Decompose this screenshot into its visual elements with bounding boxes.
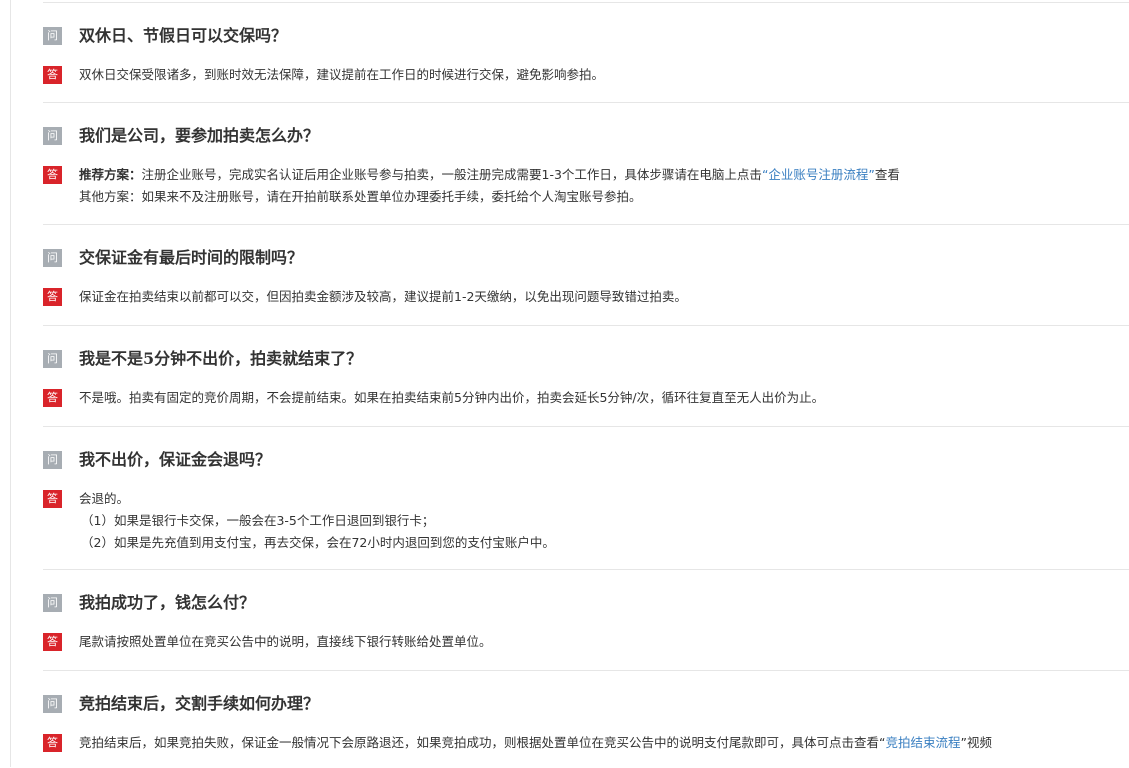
other-plan-text: 其他方案：如果来不及注册账号，请在开拍前联系处置单位办理委托手续，委托给个人淘宝… [79,189,642,204]
question-badge: 问 [43,594,62,612]
answer-text: 会退的。 （1）如果是银行卡交保，一般会在3-5个工作日退回到银行卡； （2）如… [79,488,555,554]
question-badge: 问 [43,695,62,713]
faq-item: 问 双休日、节假日可以交保吗？ 答 双休日交保受限诸多，到账时效无法保障，建议提… [43,2,1129,103]
answer-line: （2）如果是先充值到用支付宝，再去交保，会在72小时内退回到您的支付宝账户中。 [81,535,555,550]
question-badge: 问 [43,249,62,267]
question-badge: 问 [43,350,62,368]
answer-line: （1）如果是银行卡交保，一般会在3-5个工作日退回到银行卡； [81,513,435,528]
answer-text: 不是哦。拍卖有固定的竞价周期，不会提前结束。如果在拍卖结束前5分钟内出价，拍卖会… [79,390,825,405]
question-text: 竞拍结束后，交割手续如何办理？ [79,694,320,713]
question-text: 我拍成功了，钱怎么付？ [79,593,256,612]
question-badge: 问 [43,451,62,469]
question-text: 交保证金有最后时间的限制吗？ [79,248,304,267]
answer-line: 会退的。 [79,491,130,506]
answer-badge: 答 [43,288,62,306]
question-text: 我们是公司，要参加拍卖怎么办？ [79,126,320,145]
faq-item: 问 交保证金有最后时间的限制吗？ 答 保证金在拍卖结束以前都可以交，但因拍卖金额… [43,224,1129,326]
answer-tail: ”视频 [960,735,992,750]
faq-item: 问 竞拍结束后，交割手续如何办理？ 答 竞拍结束后，如果竞拍失败，保证金一般情况… [43,670,1129,768]
recommended-plan-text: 注册企业账号，完成实名认证后用企业账号参与拍卖，一般注册完成需要1-3个工作日，… [141,167,762,182]
answer-line: 推荐方案：注册企业账号，完成实名认证后用企业账号参与拍卖，一般注册完成需要1-3… [79,164,900,186]
answer-text: 保证金在拍卖结束以前都可以交，但因拍卖金额涉及较高，建议提前1-2天缴纳，以免出… [79,289,687,304]
answer-text: 双休日交保受限诸多，到账时效无法保障，建议提前在工作日的时候进行交保，避免影响参… [79,67,605,82]
faq-item: 问 我是不是5分钟不出价，拍卖就结束了？ 答 不是哦。拍卖有固定的竞价周期，不会… [43,325,1129,427]
question-text: 我不出价，保证金会退吗？ [79,450,272,469]
question-text: 双休日、节假日可以交保吗？ [79,26,288,45]
faq-list: 问 双休日、节假日可以交保吗？ 答 双休日交保受限诸多，到账时效无法保障，建议提… [43,0,1129,767]
answer-badge: 答 [43,734,62,752]
recommended-plan-label: 推荐方案： [79,167,142,182]
question-badge: 问 [43,127,62,145]
enterprise-registration-link[interactable]: “企业账号注册流程” [762,167,875,182]
answer-text: 竞拍结束后，如果竞拍失败，保证金一般情况下会原路退还，如果竞拍成功，则根据处置单… [79,732,992,754]
faq-item: 问 我们是公司，要参加拍卖怎么办？ 答 推荐方案：注册企业账号，完成实名认证后用… [43,102,1129,225]
answer-badge: 答 [43,389,62,407]
answer-text: 尾款请按照处置单位在竞买公告中的说明，直接线下银行转账给处置单位。 [79,634,492,649]
left-divider [10,0,11,767]
answer-badge: 答 [43,66,62,84]
faq-item: 问 我拍成功了，钱怎么付？ 答 尾款请按照处置单位在竞买公告中的说明，直接线下银… [43,569,1129,671]
answer-badge: 答 [43,633,62,651]
question-badge: 问 [43,27,62,45]
answer-tail: 查看 [874,167,900,182]
answer-text: 推荐方案：注册企业账号，完成实名认证后用企业账号参与拍卖，一般注册完成需要1-3… [79,164,900,208]
faq-item: 问 我不出价，保证金会退吗？ 答 会退的。 （1）如果是银行卡交保，一般会在3-… [43,426,1129,570]
answer-badge: 答 [43,490,62,508]
answer-body: 竞拍结束后，如果竞拍失败，保证金一般情况下会原路退还，如果竞拍成功，则根据处置单… [79,735,886,750]
auction-end-process-link[interactable]: 竞拍结束流程 [885,735,960,750]
answer-badge: 答 [43,166,62,184]
question-text: 我是不是5分钟不出价，拍卖就结束了？ [79,349,363,368]
